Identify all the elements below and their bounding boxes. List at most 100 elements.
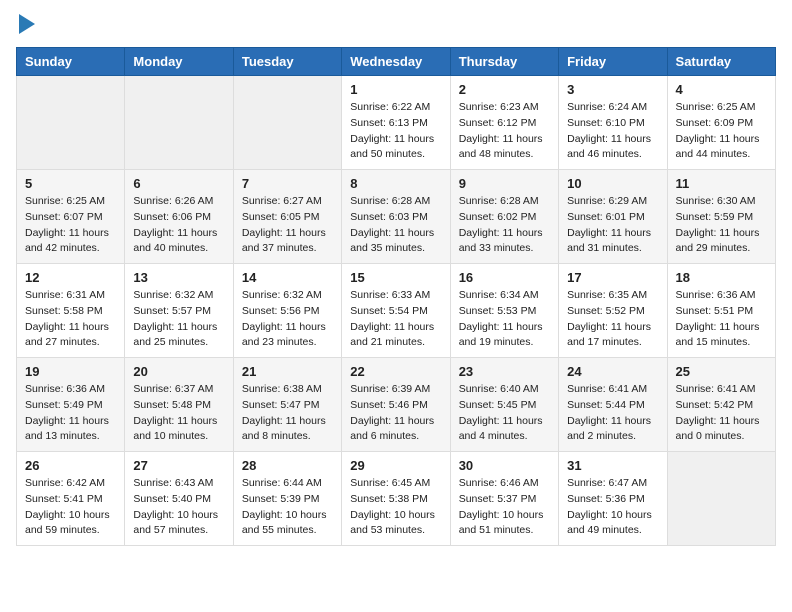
logo [16,16,35,39]
logo-text-block [16,16,35,39]
day-number: 19 [25,364,116,379]
calendar-cell: 8Sunrise: 6:28 AM Sunset: 6:03 PM Daylig… [342,170,450,264]
day-info: Sunrise: 6:43 AM Sunset: 5:40 PM Dayligh… [133,476,224,539]
calendar-cell: 9 Sunrise: 6:28 AM Sunset: 6:02 PM Daylig… [450,170,558,264]
day-info: Sunrise: 6:28 AM Sunset: 6:02 PM Dayligh… [459,194,550,257]
day-info: Sunrise: 6:29 AM Sunset: 6:01 PM Dayligh… [567,194,658,257]
calendar-cell: 14 Sunrise: 6:32 AM Sunset: 5:56 PM Dayli… [233,264,341,358]
day-info: Sunrise: 6:40 AM Sunset: 5:45 PM Dayligh… [459,382,550,445]
calendar-cell: 20Sunrise: 6:37 AM Sunset: 5:48 PM Dayli… [125,358,233,452]
calendar-cell: 23 Sunrise: 6:40 AM Sunset: 5:45 PM Dayli… [450,358,558,452]
calendar-cell: 21 Sunrise: 6:38 AM Sunset: 5:47 PM Dayli… [233,358,341,452]
calendar-cell: 1Sunrise: 6:22 AM Sunset: 6:13 PM Daylig… [342,76,450,170]
day-number: 14 [242,270,333,285]
calendar-cell: 22 Sunrise: 6:39 AM Sunset: 5:46 PM Dayli… [342,358,450,452]
day-info: Sunrise: 6:38 AM Sunset: 5:47 PM Dayligh… [242,382,333,445]
day-number: 22 [350,364,441,379]
day-info: Sunrise: 6:41 AM Sunset: 5:44 PM Dayligh… [567,382,658,445]
day-info: Sunrise: 6:34 AM Sunset: 5:53 PM Dayligh… [459,288,550,351]
day-info: Sunrise: 6:32 AM Sunset: 5:57 PM Dayligh… [133,288,224,351]
day-number: 30 [459,458,550,473]
day-info: Sunrise: 6:24 AM Sunset: 6:10 PM Dayligh… [567,100,658,163]
day-number: 9 [459,176,550,191]
day-number: 27 [133,458,224,473]
calendar-cell: 3 Sunrise: 6:24 AM Sunset: 6:10 PM Daylig… [559,76,667,170]
day-number: 6 [133,176,224,191]
calendar-week-row: 26Sunrise: 6:42 AM Sunset: 5:41 PM Dayli… [17,452,776,546]
calendar-table: SundayMondayTuesdayWednesdayThursdayFrid… [16,47,776,546]
day-number: 5 [25,176,116,191]
day-number: 3 [567,82,658,97]
day-info: Sunrise: 6:32 AM Sunset: 5:56 PM Dayligh… [242,288,333,351]
calendar-cell: 29 Sunrise: 6:45 AM Sunset: 5:38 PM Dayli… [342,452,450,546]
day-info: Sunrise: 6:46 AM Sunset: 5:37 PM Dayligh… [459,476,550,539]
calendar-cell: 7 Sunrise: 6:27 AM Sunset: 6:05 PM Daylig… [233,170,341,264]
calendar-cell [125,76,233,170]
day-info: Sunrise: 6:23 AM Sunset: 6:12 PM Dayligh… [459,100,550,163]
calendar-cell: 11 Sunrise: 6:30 AM Sunset: 5:59 PM Dayli… [667,170,775,264]
calendar-week-row: 5 Sunrise: 6:25 AM Sunset: 6:07 PM Daylig… [17,170,776,264]
day-number: 31 [567,458,658,473]
weekday-header-saturday: Saturday [667,48,775,76]
logo-arrow-icon [19,14,35,34]
day-info: Sunrise: 6:31 AM Sunset: 5:58 PM Dayligh… [25,288,116,351]
calendar-cell [17,76,125,170]
day-info: Sunrise: 6:25 AM Sunset: 6:09 PM Dayligh… [676,100,767,163]
calendar-cell: 13 Sunrise: 6:32 AM Sunset: 5:57 PM Dayli… [125,264,233,358]
weekday-header-tuesday: Tuesday [233,48,341,76]
calendar-cell [233,76,341,170]
calendar-cell: 17 Sunrise: 6:35 AM Sunset: 5:52 PM Dayli… [559,264,667,358]
day-number: 11 [676,176,767,191]
day-info: Sunrise: 6:25 AM Sunset: 6:07 PM Dayligh… [25,194,116,257]
calendar-cell: 18 Sunrise: 6:36 AM Sunset: 5:51 PM Dayli… [667,264,775,358]
calendar-cell: 5 Sunrise: 6:25 AM Sunset: 6:07 PM Daylig… [17,170,125,264]
day-number: 23 [459,364,550,379]
calendar-header-row: SundayMondayTuesdayWednesdayThursdayFrid… [17,48,776,76]
calendar-cell: 31 Sunrise: 6:47 AM Sunset: 5:36 PM Dayli… [559,452,667,546]
calendar-cell: 26Sunrise: 6:42 AM Sunset: 5:41 PM Dayli… [17,452,125,546]
day-info: Sunrise: 6:30 AM Sunset: 5:59 PM Dayligh… [676,194,767,257]
day-number: 24 [567,364,658,379]
day-number: 21 [242,364,333,379]
day-info: Sunrise: 6:42 AM Sunset: 5:41 PM Dayligh… [25,476,116,539]
day-number: 17 [567,270,658,285]
calendar-week-row: 12Sunrise: 6:31 AM Sunset: 5:58 PM Dayli… [17,264,776,358]
calendar-cell: 19Sunrise: 6:36 AM Sunset: 5:49 PM Dayli… [17,358,125,452]
day-info: Sunrise: 6:27 AM Sunset: 6:05 PM Dayligh… [242,194,333,257]
calendar-cell: 16 Sunrise: 6:34 AM Sunset: 5:53 PM Dayli… [450,264,558,358]
day-number: 7 [242,176,333,191]
day-number: 16 [459,270,550,285]
calendar-cell [667,452,775,546]
calendar-cell: 30 Sunrise: 6:46 AM Sunset: 5:37 PM Dayli… [450,452,558,546]
day-number: 29 [350,458,441,473]
calendar-cell: 25Sunrise: 6:41 AM Sunset: 5:42 PM Dayli… [667,358,775,452]
calendar-cell: 2 Sunrise: 6:23 AM Sunset: 6:12 PM Daylig… [450,76,558,170]
day-info: Sunrise: 6:35 AM Sunset: 5:52 PM Dayligh… [567,288,658,351]
weekday-header-thursday: Thursday [450,48,558,76]
calendar-cell: 12Sunrise: 6:31 AM Sunset: 5:58 PM Dayli… [17,264,125,358]
calendar-cell: 28Sunrise: 6:44 AM Sunset: 5:39 PM Dayli… [233,452,341,546]
day-info: Sunrise: 6:33 AM Sunset: 5:54 PM Dayligh… [350,288,441,351]
calendar-cell: 10 Sunrise: 6:29 AM Sunset: 6:01 PM Dayli… [559,170,667,264]
calendar-cell: 4 Sunrise: 6:25 AM Sunset: 6:09 PM Daylig… [667,76,775,170]
page-header [16,16,776,39]
calendar-week-row: 19Sunrise: 6:36 AM Sunset: 5:49 PM Dayli… [17,358,776,452]
day-number: 25 [676,364,767,379]
day-number: 18 [676,270,767,285]
day-number: 13 [133,270,224,285]
weekday-header-friday: Friday [559,48,667,76]
day-info: Sunrise: 6:39 AM Sunset: 5:46 PM Dayligh… [350,382,441,445]
day-info: Sunrise: 6:22 AM Sunset: 6:13 PM Dayligh… [350,100,441,163]
day-number: 4 [676,82,767,97]
day-number: 15 [350,270,441,285]
day-info: Sunrise: 6:28 AM Sunset: 6:03 PM Dayligh… [350,194,441,257]
day-info: Sunrise: 6:36 AM Sunset: 5:51 PM Dayligh… [676,288,767,351]
day-info: Sunrise: 6:47 AM Sunset: 5:36 PM Dayligh… [567,476,658,539]
weekday-header-wednesday: Wednesday [342,48,450,76]
calendar-week-row: 1Sunrise: 6:22 AM Sunset: 6:13 PM Daylig… [17,76,776,170]
weekday-header-sunday: Sunday [17,48,125,76]
day-number: 10 [567,176,658,191]
day-number: 2 [459,82,550,97]
day-info: Sunrise: 6:45 AM Sunset: 5:38 PM Dayligh… [350,476,441,539]
weekday-header-monday: Monday [125,48,233,76]
